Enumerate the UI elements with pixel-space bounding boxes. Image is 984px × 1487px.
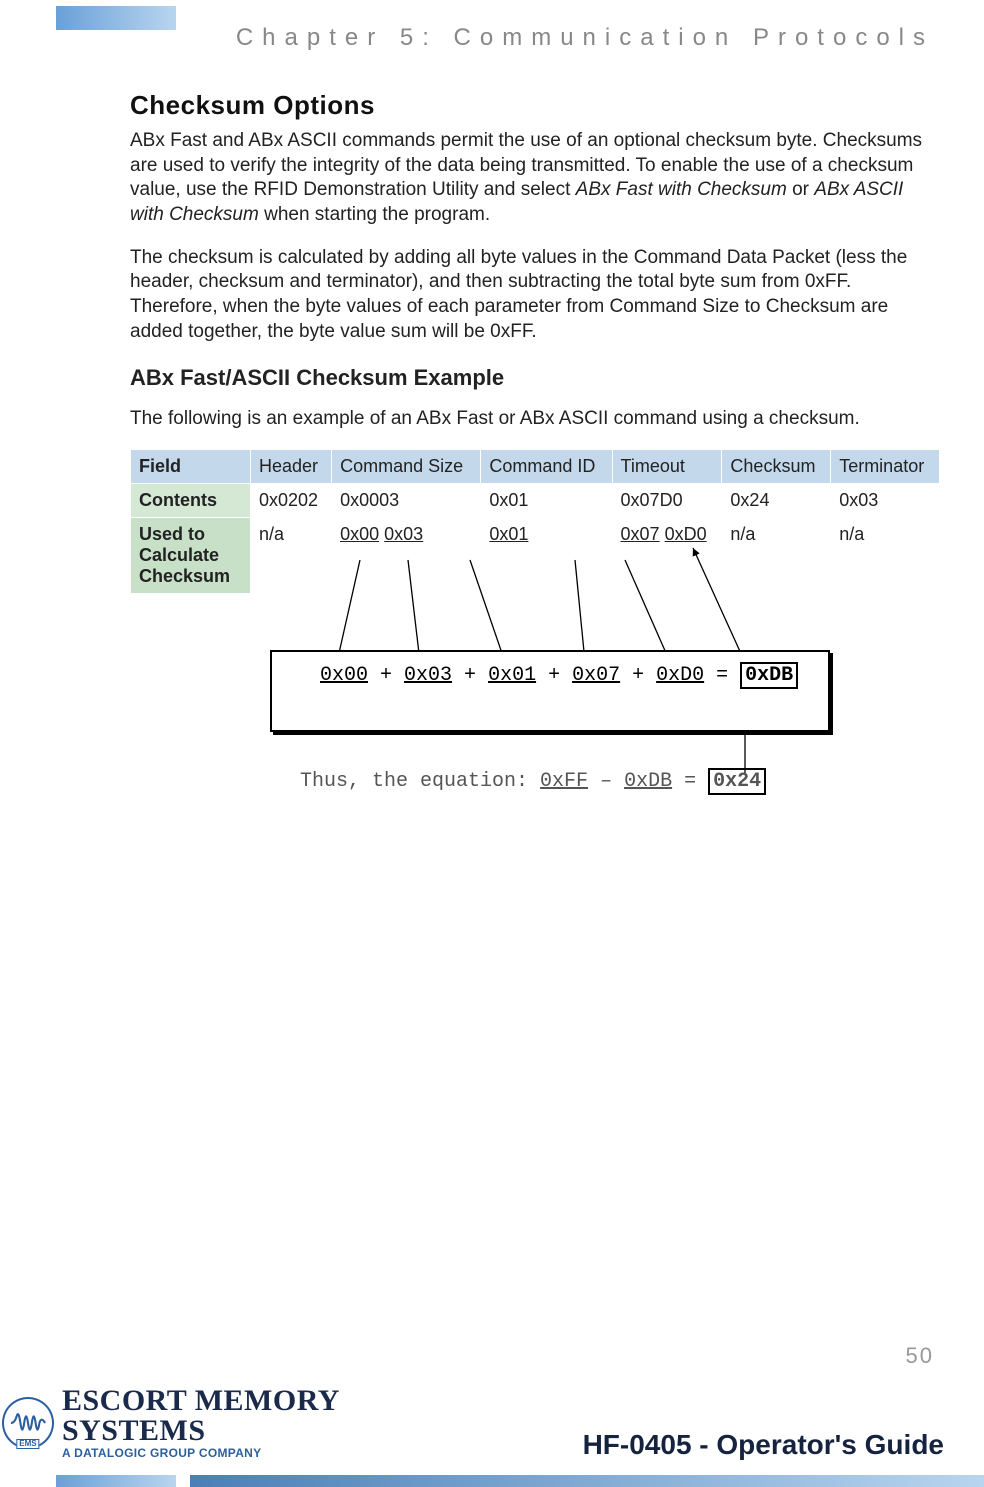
eq-minus: – <box>588 770 624 793</box>
cell-checksum: Checksum <box>722 450 831 484</box>
eq-prefix: Thus, the equation: <box>300 770 540 793</box>
logo-icon: EMS <box>2 1397 54 1449</box>
calculation-box: 0x00 + 0x03 + 0x01 + 0x07 + 0xD0 = 0xDB <box>270 650 830 732</box>
used-cmdid-v: 0x01 <box>489 524 528 544</box>
intro-paragraph-2: The checksum is calculated by adding all… <box>130 246 940 345</box>
row3-label: Used to Calculate Checksum <box>131 518 251 594</box>
example-heading: ABx Fast/ASCII Checksum Example <box>130 365 940 391</box>
para1-c: or <box>792 179 814 200</box>
plus-1: + <box>368 664 404 687</box>
para1-e: when starting the program. <box>264 204 490 225</box>
logo-sub-text: A DATALOGIC GROUP COMPANY <box>62 1446 490 1460</box>
plus-3: + <box>536 664 572 687</box>
top-accent-bar <box>56 6 176 30</box>
para1-b: ABx Fast with Checksum <box>576 179 792 200</box>
sum-eq: = <box>704 664 740 687</box>
contents-checksum: 0x24 <box>722 484 831 518</box>
table-row: Contents 0x0202 0x0003 0x01 0x07D0 0x24 … <box>131 484 940 518</box>
sum-b: 0x03 <box>404 664 452 687</box>
row2-label: Contents <box>131 484 251 518</box>
used-cmdsize-a: 0x00 <box>340 524 379 544</box>
page: Chapter 5: Communication Protocols Check… <box>0 0 984 1487</box>
cell-terminator: Terminator <box>831 450 940 484</box>
contents-terminator: 0x03 <box>831 484 940 518</box>
sum-c: 0x01 <box>488 664 536 687</box>
logo-main-text: ESCORT MEMORY SYSTEMS <box>62 1386 490 1446</box>
section-title: Checksum Options <box>130 90 940 121</box>
contents-timeout: 0x07D0 <box>612 484 722 518</box>
used-cmdsize-b: 0x03 <box>384 524 423 544</box>
content-area: Checksum Options ABx Fast and ABx ASCII … <box>130 90 940 594</box>
waveform-icon <box>9 1408 47 1438</box>
guide-title: HF-0405 - Operator's Guide <box>583 1429 944 1461</box>
cell-header: Header <box>251 450 332 484</box>
plus-2: + <box>452 664 488 687</box>
sum-result-boxed: 0xDB <box>740 662 798 689</box>
eq-b: 0xDB <box>624 770 672 793</box>
table-row: Used to Calculate Checksum n/a 0x00 0x03… <box>131 518 940 594</box>
used-cmdsize: 0x00 0x03 <box>332 518 481 594</box>
equation-line: Thus, the equation: 0xFF – 0xDB = 0x24 <box>300 770 766 793</box>
checksum-table: Field Header Command Size Command ID Tim… <box>130 449 940 594</box>
used-timeout-a: 0x07 <box>621 524 660 544</box>
used-header: n/a <box>251 518 332 594</box>
contents-cmdid: 0x01 <box>481 484 612 518</box>
example-paragraph: The following is an example of an ABx Fa… <box>130 407 940 432</box>
eq-result-boxed: 0x24 <box>708 768 766 795</box>
cell-cmdid: Command ID <box>481 450 612 484</box>
used-checksum: n/a <box>722 518 831 594</box>
footer-logo: EMS ESCORT MEMORY SYSTEMS A DATALOGIC GR… <box>0 1383 490 1463</box>
used-timeout: 0x07 0xD0 <box>612 518 722 594</box>
eq-eq: = <box>672 770 708 793</box>
table-row: Field Header Command Size Command ID Tim… <box>131 450 940 484</box>
cell-timeout: Timeout <box>612 450 722 484</box>
page-number: 50 <box>906 1343 934 1369</box>
ems-badge: EMS <box>16 1439 39 1449</box>
plus-4: + <box>620 664 656 687</box>
footer-accent-long <box>190 1475 984 1487</box>
cell-cmdsize: Command Size <box>332 450 481 484</box>
used-cmdid: 0x01 <box>481 518 612 594</box>
chapter-header: Chapter 5: Communication Protocols <box>236 24 934 52</box>
sum-e: 0xD0 <box>656 664 704 687</box>
intro-paragraph-1: ABx Fast and ABx ASCII commands permit t… <box>130 129 940 228</box>
contents-cmdsize: 0x0003 <box>332 484 481 518</box>
used-terminator: n/a <box>831 518 940 594</box>
row1-label: Field <box>131 450 251 484</box>
contents-header: 0x0202 <box>251 484 332 518</box>
sum-d: 0x07 <box>572 664 620 687</box>
sum-a: 0x00 <box>320 664 368 687</box>
eq-a: 0xFF <box>540 770 588 793</box>
logo-text-block: ESCORT MEMORY SYSTEMS A DATALOGIC GROUP … <box>62 1386 490 1460</box>
footer-accent-short <box>56 1475 176 1487</box>
used-timeout-b: 0xD0 <box>665 524 707 544</box>
